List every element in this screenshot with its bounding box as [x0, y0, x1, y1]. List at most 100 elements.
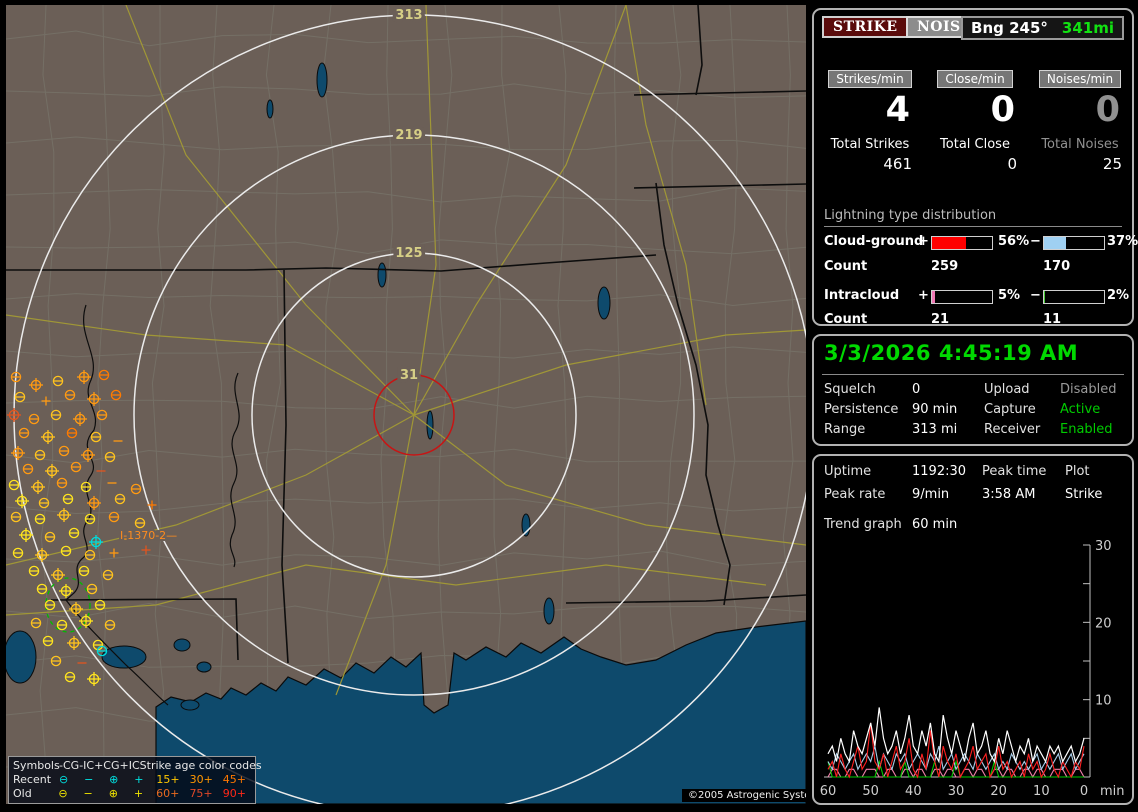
- strike-symbol: [59, 446, 68, 455]
- strike-symbol: [51, 568, 65, 582]
- trend-graph-chart: 1020306050403020100min: [818, 536, 1132, 800]
- trend-series-ic-negative: [828, 769, 1084, 777]
- strike-symbol: [69, 528, 78, 537]
- strike-symbol: [91, 432, 100, 441]
- strike-symbol: [35, 514, 44, 523]
- bearing-readout: Bng 245°341mi: [961, 16, 1124, 40]
- receiver-label: Receiver: [984, 422, 1040, 437]
- legend-symbol: ⊕: [101, 773, 126, 787]
- cg-count-label: Count: [824, 259, 867, 274]
- strike-symbol: [115, 494, 124, 503]
- strike-symbol: [15, 494, 29, 508]
- range-label: Range: [824, 422, 865, 437]
- strike-symbol: [15, 392, 24, 401]
- minus-sign: −: [1030, 288, 1041, 303]
- strikes-per-min-chip: Strikes/min: [828, 70, 911, 88]
- strike-symbol: [19, 428, 28, 437]
- strike-symbol: [142, 546, 151, 555]
- trend-panel: Uptime 1192:30 Peak time Plot Peak rate …: [812, 454, 1134, 805]
- strike-symbol: [79, 566, 88, 575]
- strike-symbol: [61, 546, 70, 555]
- total-strikes-value: 461: [820, 155, 920, 173]
- cloud-ground-label: Cloud-ground: [824, 234, 923, 249]
- strike-symbol: [57, 620, 66, 629]
- strike-symbol: [63, 494, 72, 503]
- age-code: 45+: [218, 773, 251, 787]
- strike-symbol: [105, 620, 114, 629]
- strike-symbol: [77, 370, 91, 384]
- uptime-value: 1192:30: [912, 464, 966, 479]
- divider: [822, 374, 1124, 375]
- receiver-value: Enabled: [1060, 422, 1113, 437]
- map-canvas[interactable]: 31321912531I-1370-2—: [6, 5, 806, 804]
- strike-symbol: [31, 480, 45, 494]
- strike-symbol: [111, 390, 120, 399]
- age-code: 90+: [218, 787, 251, 801]
- strike-symbol: [11, 512, 20, 521]
- age-code: 15+: [151, 773, 184, 787]
- strike-symbol: [71, 462, 80, 471]
- strikes-per-min-counter: Strikes/min 4 Total Strikes 461: [820, 68, 920, 173]
- legend-symbol: −: [76, 773, 101, 787]
- range-ring-label: 219: [395, 128, 422, 143]
- strike-symbol: [45, 464, 59, 478]
- range-value: 313 mi: [912, 422, 957, 437]
- strike-symbol: [53, 376, 62, 385]
- strike-symbol: [103, 570, 112, 579]
- map-legend: Symbols-CG-IC+CG+ICStrike age color code…: [8, 756, 256, 804]
- squelch-label: Squelch: [824, 382, 876, 397]
- strike-symbol: [29, 378, 43, 392]
- plus-sign: +: [918, 288, 929, 303]
- strike-button[interactable]: STRIKE: [822, 16, 909, 38]
- strike-symbol: [42, 397, 51, 406]
- legend-symbol: +: [126, 787, 151, 801]
- y-axis-tick-label: 10: [1095, 694, 1112, 709]
- squelch-value: 0: [912, 382, 920, 397]
- strike-symbol: [57, 508, 71, 522]
- strike-symbol: [29, 414, 38, 423]
- peak-time-label: Peak time: [982, 464, 1046, 479]
- strike-symbol: [11, 446, 25, 460]
- ic-positive-pct: 5%: [998, 288, 1020, 303]
- datetime-display: 3/3/2026 4:45:19 AM: [824, 341, 1078, 365]
- noises-per-min-value: 0: [1030, 88, 1130, 132]
- strike-symbol: [97, 410, 106, 419]
- legend-row: Recent⊖−⊕+15+30+45+: [13, 773, 251, 787]
- strike-symbol: [89, 535, 103, 549]
- x-axis-tick-label: 60: [820, 784, 837, 799]
- strikes-per-min-value: 4: [820, 88, 920, 132]
- strike-symbol: [45, 532, 54, 541]
- strike-symbol: [65, 672, 74, 681]
- total-noises-label: Total Noises: [1030, 137, 1130, 152]
- y-axis-tick-label: 30: [1095, 539, 1112, 554]
- strike-symbol: [105, 452, 114, 461]
- x-axis-tick-label: 0: [1080, 784, 1088, 799]
- range-ring-label: 31: [400, 368, 418, 383]
- cg-positive-pct: 56%: [998, 234, 1029, 249]
- x-axis-unit-label: min: [1100, 784, 1125, 799]
- close-per-min-value: 0: [925, 88, 1025, 132]
- distribution-title: Lightning type distribution: [824, 208, 1122, 227]
- persistence-value: 90 min: [912, 402, 957, 417]
- strike-symbol: [51, 410, 60, 419]
- ic-negative-bar: [1043, 290, 1105, 304]
- ic-positive-count: 21: [931, 312, 949, 327]
- map-panel: 31321912531I-1370-2— Symbols-CG-IC+CG+IC…: [6, 5, 806, 804]
- cg-negative-pct: 37%: [1107, 234, 1138, 249]
- strike-symbol: [109, 512, 118, 521]
- close-per-min-chip: Close/min: [937, 70, 1012, 88]
- strike-symbol: [45, 600, 54, 609]
- strike-symbol: [85, 550, 94, 559]
- range-ring-label: 313: [395, 8, 422, 23]
- app-window: 31321912531I-1370-2— Symbols-CG-IC+CG+IC…: [0, 0, 1138, 812]
- strike-symbol: [79, 614, 93, 628]
- peak-time-value: 3:58 AM: [982, 487, 1035, 502]
- strike-symbol: [131, 484, 140, 493]
- total-close-label: Total Close: [925, 137, 1025, 152]
- ic-negative-count: 11: [1043, 312, 1061, 327]
- close-per-min-counter: Close/min 0 Total Close 0: [925, 68, 1025, 173]
- cg-negative-count: 170: [1043, 259, 1070, 274]
- ic-negative-pct: 2%: [1107, 288, 1129, 303]
- strike-symbol: [67, 428, 76, 437]
- range-ring-label: 125: [395, 246, 422, 261]
